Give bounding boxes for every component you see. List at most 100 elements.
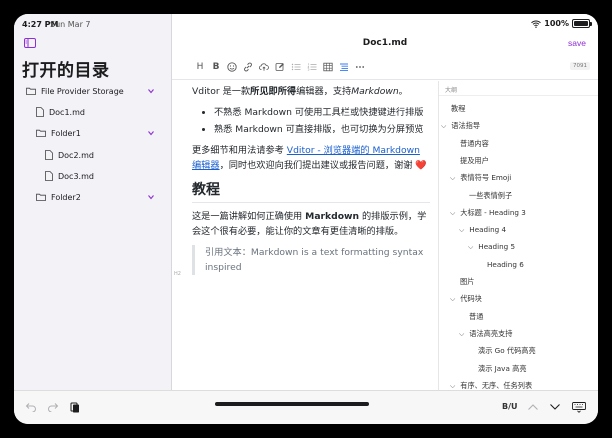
outline-item[interactable]: Heading 6 <box>487 256 524 273</box>
tree-item-label: Folder1 <box>51 128 81 138</box>
word-count: 7091 <box>570 62 590 70</box>
sidebar-toggle-icon[interactable] <box>24 38 36 48</box>
outline-item[interactable]: 教程 <box>451 100 465 117</box>
outline-item[interactable]: ⌵ 有序、无序、任务列表 <box>450 377 532 390</box>
quote-block: 引用文本：Markdown is a text formatting synta… <box>192 245 430 275</box>
intro-text: Vditor 是一款 <box>192 86 251 97</box>
tree-item-label: Doc3.md <box>58 171 94 181</box>
home-indicator <box>215 402 369 406</box>
pencil-square-icon <box>275 62 284 71</box>
tree-item-folder2[interactable]: Folder2 <box>36 188 166 206</box>
status-bar: 4:27 PM Sun Mar 7 100% <box>14 14 598 34</box>
outline-item-label: Heading 5 <box>478 242 516 252</box>
edit-button[interactable] <box>274 61 286 73</box>
hide-keyboard-button[interactable] <box>572 400 586 414</box>
outline-item[interactable]: ⌵ 代码块 <box>450 290 482 307</box>
chevron-down-icon[interactable] <box>147 193 155 201</box>
chevron-up-icon <box>528 404 538 410</box>
tutorial-paragraph: 这是一篇讲解如何正确使用 Markdown 的排版示例，学会这个很有必要，能让你… <box>192 209 430 239</box>
chevron-down-icon[interactable]: ⌵ <box>468 239 476 256</box>
more-button[interactable] <box>354 61 366 73</box>
intro-text: 编辑器，支持 <box>296 86 352 97</box>
tree-item-doc3[interactable]: Doc3.md <box>45 167 166 185</box>
tree-item-label: File Provider Storage <box>41 86 124 96</box>
tree-item-file-provider-storage[interactable]: File Provider Storage <box>26 82 166 100</box>
outline-item[interactable]: ⌵ 表情符号 Emoji <box>450 169 511 186</box>
chevron-down-icon[interactable]: ⌵ <box>441 118 449 135</box>
cloud-upload-icon <box>259 62 269 71</box>
intro-bold: 所见即所得 <box>250 86 297 97</box>
link-button[interactable] <box>242 61 254 73</box>
more-text: 更多细节和用法请参考 <box>192 145 287 156</box>
outline-item[interactable]: 普通内容 <box>460 135 489 152</box>
outline-item[interactable]: 一些表情例子 <box>469 187 512 204</box>
heart-emoji: ❤️ <box>415 160 427 171</box>
folder-icon <box>36 193 46 201</box>
outline-item-label: Heading 6 <box>487 259 524 269</box>
redo-button[interactable] <box>46 400 60 414</box>
editor-content[interactable]: Vditor 是一款所见即所得编辑器，支持Markdown。 不熟悉 Markd… <box>192 84 430 390</box>
chevron-down-icon[interactable]: ⌵ <box>450 205 458 222</box>
keyboard-accessory-bar: B/U <box>14 390 598 424</box>
list-icon <box>291 63 301 70</box>
outline-item[interactable]: ⌵ Heading 4 <box>459 221 506 238</box>
chevron-down-icon[interactable]: ⌵ <box>450 378 458 390</box>
ordered-list-button[interactable] <box>306 61 318 73</box>
table-icon <box>323 62 333 71</box>
emoji-button[interactable] <box>226 61 238 73</box>
emoji-icon <box>227 61 237 72</box>
outline-item[interactable]: 演示 Java 高亮 <box>478 360 527 377</box>
outline-item[interactable]: 普通 <box>469 308 483 325</box>
screen: 打开的目录 File Provider Storage Doc1.md Fold… <box>14 14 598 424</box>
outline-item[interactable]: 图片 <box>460 273 474 290</box>
document-title: Doc1.md <box>362 38 408 48</box>
status-date: Sun Mar 7 <box>50 20 91 29</box>
upload-button[interactable] <box>258 61 270 73</box>
battery-icon <box>572 19 592 28</box>
tutorial-heading: 教程 <box>192 183 430 203</box>
outline-item[interactable]: 演示 Go 代码高亮 <box>478 342 536 359</box>
undo-button[interactable] <box>24 400 38 414</box>
heading-button[interactable]: H <box>194 61 206 73</box>
sidebar: 打开的目录 File Provider Storage Doc1.md Fold… <box>14 14 172 390</box>
tree-item-folder1[interactable]: Folder1 <box>36 124 166 142</box>
tree-item-doc1[interactable]: Doc1.md <box>36 103 166 121</box>
editor-toolbar: H B <box>172 54 598 80</box>
ipad-device: 打开的目录 File Provider Storage Doc1.md Fold… <box>0 0 612 438</box>
bold-button[interactable]: B <box>210 61 222 73</box>
intro-text: 。 <box>398 86 408 97</box>
outline-item-label: 大标题 - Heading 3 <box>460 207 526 217</box>
outline-item-label: 语法指导 <box>451 121 481 131</box>
bold-underline-button[interactable]: B/U <box>502 402 518 411</box>
outline-item-label: 有序、无序、任务列表 <box>460 380 533 390</box>
chevron-down-icon[interactable]: ⌵ <box>459 326 467 343</box>
previous-button[interactable] <box>526 400 540 414</box>
chevron-down-icon[interactable]: ⌵ <box>450 170 458 187</box>
outline-item[interactable]: ⌵ 语法指导 <box>441 117 480 134</box>
folder-icon <box>26 87 36 95</box>
next-button[interactable] <box>548 400 562 414</box>
outline-item[interactable]: ⌵ 语法高亮支持 <box>459 325 512 342</box>
editor-pane: Doc1.md save H B 7091 H2 Vditor 是一款所见即所得… <box>172 14 598 390</box>
table-button[interactable] <box>322 61 334 73</box>
outline-item[interactable]: 提及用户 <box>460 152 489 169</box>
outline-item-label: 演示 Go 代码高亮 <box>478 346 536 356</box>
chevron-down-icon[interactable]: ⌵ <box>459 222 467 239</box>
redo-icon <box>48 403 59 412</box>
chevron-down-icon[interactable] <box>147 129 155 137</box>
chevron-down-icon[interactable] <box>147 87 155 95</box>
save-button[interactable]: save <box>568 38 586 48</box>
paste-button[interactable] <box>68 400 82 414</box>
unordered-list-button[interactable] <box>290 61 302 73</box>
outline-button[interactable] <box>338 61 350 73</box>
outline-item-label: 图片 <box>460 277 475 286</box>
outline-item[interactable]: ⌵ 大标题 - Heading 3 <box>450 204 526 221</box>
outline-item-label: 一些表情例子 <box>469 190 513 200</box>
outline-item[interactable]: ⌵ Heading 5 <box>468 238 515 255</box>
outline-item-label: Heading 4 <box>469 225 507 235</box>
tree-item-doc2[interactable]: Doc2.md <box>45 146 166 164</box>
chevron-down-icon[interactable]: ⌵ <box>450 291 458 308</box>
list-item: 熟悉 Markdown 可直接排版，也可切换为分屏预览 <box>214 122 430 137</box>
outline-item-label: 提及用户 <box>460 155 489 165</box>
status-indicators: 100% <box>531 19 592 28</box>
